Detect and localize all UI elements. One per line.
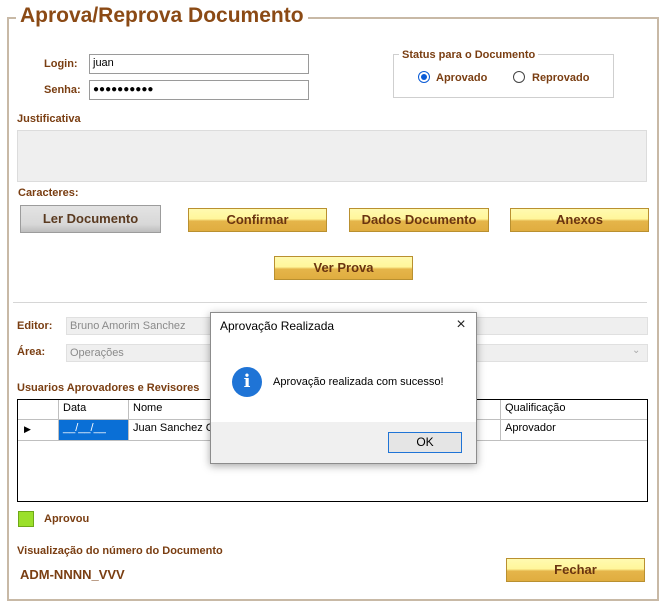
caracteres-label: Caracteres: bbox=[18, 187, 79, 199]
doc-number-value: ADM-NNNN_VVV bbox=[20, 567, 125, 582]
aprovou-legend-label: Aprovou bbox=[44, 513, 90, 525]
column-header-data[interactable]: Data bbox=[59, 400, 129, 420]
senha-label: Senha: bbox=[44, 84, 81, 96]
success-dialog: Aprovação Realizada × i Aprovação realiz… bbox=[210, 312, 477, 464]
ler-documento-button[interactable]: Ler Documento bbox=[20, 205, 161, 233]
column-header-qualificacao[interactable]: Qualificação bbox=[501, 400, 647, 420]
ok-button[interactable]: OK bbox=[388, 432, 462, 453]
aprovou-legend-swatch bbox=[18, 511, 34, 527]
row-header-corner bbox=[18, 400, 59, 420]
reprovado-radio[interactable] bbox=[513, 71, 525, 83]
dados-documento-button[interactable]: Dados Documento bbox=[349, 208, 489, 232]
login-label: Login: bbox=[44, 58, 78, 70]
confirmar-button[interactable]: Confirmar bbox=[188, 208, 327, 232]
area-label: Área: bbox=[17, 346, 46, 358]
reprovado-label: Reprovado bbox=[532, 72, 590, 84]
row-pointer-icon: ▶ bbox=[24, 424, 31, 434]
divider bbox=[13, 302, 647, 303]
table-cell-qualificacao[interactable]: Aprovador bbox=[501, 420, 647, 441]
status-group-title: Status para o Documento bbox=[399, 49, 539, 61]
justificativa-textarea[interactable] bbox=[17, 130, 647, 182]
aprovado-radio[interactable] bbox=[418, 71, 430, 83]
aprovado-label: Aprovado bbox=[436, 72, 488, 84]
page-title: Aprova/Reprova Documento bbox=[16, 3, 308, 29]
dialog-title: Aprovação Realizada bbox=[220, 319, 335, 333]
table-cell-data[interactable]: __/__/__ bbox=[59, 420, 129, 441]
main-frame bbox=[7, 17, 659, 601]
anexos-button[interactable]: Anexos bbox=[510, 208, 649, 232]
justificativa-label: Justificativa bbox=[17, 113, 81, 125]
grid-title: Usuarios Aprovadores e Revisores bbox=[17, 382, 200, 394]
doc-number-label: Visualização do número do Documento bbox=[17, 545, 223, 557]
dialog-message: Aprovação realizada com sucesso! bbox=[273, 376, 444, 388]
ver-prova-button[interactable]: Ver Prova bbox=[274, 256, 413, 280]
login-field[interactable]: juan bbox=[89, 54, 309, 74]
row-selector[interactable]: ▶ bbox=[18, 420, 59, 441]
fechar-button[interactable]: Fechar bbox=[506, 558, 645, 582]
chevron-down-icon[interactable]: ⌄ bbox=[632, 345, 640, 356]
password-field[interactable]: ●●●●●●●●●● bbox=[89, 80, 309, 100]
info-icon: i bbox=[232, 367, 262, 397]
editor-label: Editor: bbox=[17, 320, 53, 332]
close-icon[interactable]: × bbox=[451, 316, 471, 334]
